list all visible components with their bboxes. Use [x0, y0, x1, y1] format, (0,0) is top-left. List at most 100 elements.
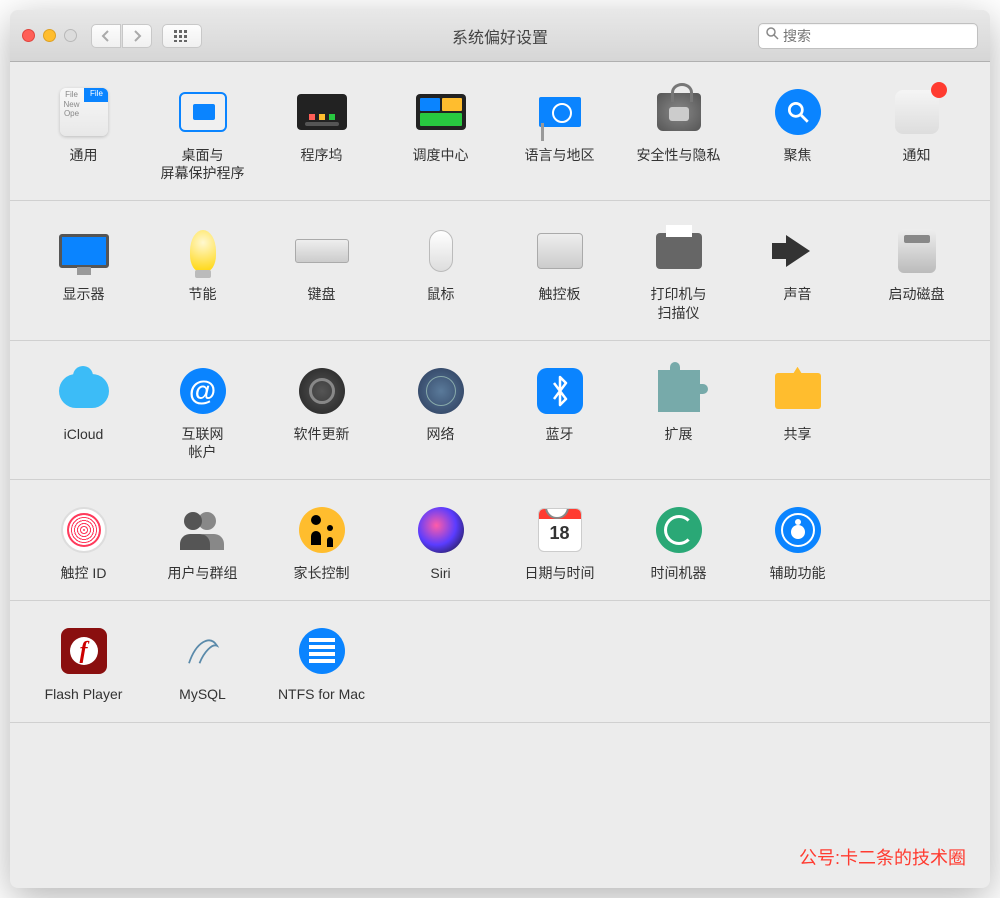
- pref-item-software-update[interactable]: 软件更新: [266, 363, 377, 461]
- pref-item-label: 启动磁盘: [889, 285, 945, 303]
- system-preferences-window: 系统偏好设置 File通用桌面与 屏幕保护程序程序坞调度中心语言与地区安全性与隐…: [10, 10, 990, 888]
- pref-item-label: 显示器: [63, 285, 105, 303]
- accessibility-icon: [770, 502, 826, 558]
- pref-item-label: 调度中心: [413, 146, 469, 164]
- pref-item-startup-disk[interactable]: 启动磁盘: [861, 223, 972, 321]
- pref-item-label: Flash Player: [45, 685, 123, 703]
- pref-item-sharing[interactable]: 共享: [742, 363, 853, 461]
- traffic-lights: [22, 29, 77, 42]
- time-machine-icon: [651, 502, 707, 558]
- desktop-icon: [175, 84, 231, 140]
- pref-item-date-time[interactable]: 日期与时间: [504, 502, 615, 582]
- date-time-icon: [532, 502, 588, 558]
- ntfs-icon: [294, 623, 350, 679]
- pref-item-label: 共享: [784, 425, 812, 443]
- pref-item-label: 日期与时间: [525, 564, 595, 582]
- spotlight-icon: [770, 84, 826, 140]
- sound-icon: [770, 223, 826, 279]
- extensions-icon: [651, 363, 707, 419]
- pref-item-extensions[interactable]: 扩展: [623, 363, 734, 461]
- pref-item-label: 程序坞: [301, 146, 343, 164]
- pref-item-mysql[interactable]: MySQL: [147, 623, 258, 703]
- users-groups-icon: [175, 502, 231, 558]
- network-icon: [413, 363, 469, 419]
- pref-item-trackpad[interactable]: 触控板: [504, 223, 615, 321]
- pref-item-desktop[interactable]: 桌面与 屏幕保护程序: [147, 84, 258, 182]
- pref-item-label: 语言与地区: [525, 146, 595, 164]
- pref-item-dock[interactable]: 程序坞: [266, 84, 377, 182]
- pref-item-label: 软件更新: [294, 425, 350, 443]
- pref-item-label: 蓝牙: [546, 425, 574, 443]
- pref-item-spotlight[interactable]: 聚焦: [742, 84, 853, 182]
- pref-item-mission-control[interactable]: 调度中心: [385, 84, 496, 182]
- search-field[interactable]: [758, 23, 978, 49]
- pref-item-bluetooth[interactable]: 蓝牙: [504, 363, 615, 461]
- pref-item-notifications[interactable]: 通知: [861, 84, 972, 182]
- pref-item-label: 聚焦: [784, 146, 812, 164]
- icloud-icon: [56, 363, 112, 419]
- displays-icon: [56, 223, 112, 279]
- pref-item-keyboard[interactable]: 键盘: [266, 223, 377, 321]
- mouse-icon: [413, 223, 469, 279]
- pref-item-mouse[interactable]: 鼠标: [385, 223, 496, 321]
- pref-item-accessibility[interactable]: 辅助功能: [742, 502, 853, 582]
- pref-item-security[interactable]: 安全性与隐私: [623, 84, 734, 182]
- security-icon: [651, 84, 707, 140]
- flash-player-icon: f: [56, 623, 112, 679]
- forward-button[interactable]: [122, 24, 152, 48]
- search-input[interactable]: [783, 28, 971, 44]
- startup-disk-icon: [889, 223, 945, 279]
- pref-item-label: 辅助功能: [770, 564, 826, 582]
- pref-item-label: 互联网 帐户: [182, 425, 224, 461]
- pref-item-ntfs[interactable]: NTFS for Mac: [266, 623, 377, 703]
- pref-item-label: 用户与群组: [168, 564, 238, 582]
- pref-item-label: Siri: [430, 564, 450, 582]
- energy-icon: [175, 223, 231, 279]
- close-button[interactable]: [22, 29, 35, 42]
- pref-item-label: 触控 ID: [61, 564, 107, 582]
- pref-item-label: iCloud: [64, 425, 104, 443]
- mysql-icon: [175, 623, 231, 679]
- siri-icon: [413, 502, 469, 558]
- software-update-icon: [294, 363, 350, 419]
- pref-item-users-groups[interactable]: 用户与群组: [147, 502, 258, 582]
- pref-item-touch-id[interactable]: 触控 ID: [28, 502, 139, 582]
- notification-badge: [931, 82, 947, 98]
- pref-item-energy[interactable]: 节能: [147, 223, 258, 321]
- notifications-icon: [889, 84, 945, 140]
- pref-item-label: 声音: [784, 285, 812, 303]
- back-button[interactable]: [91, 24, 121, 48]
- zoom-button: [64, 29, 77, 42]
- pref-item-language-region[interactable]: 语言与地区: [504, 84, 615, 182]
- pref-item-label: 通知: [903, 146, 931, 164]
- pref-item-printers[interactable]: 打印机与 扫描仪: [623, 223, 734, 321]
- dock-icon: [294, 84, 350, 140]
- pref-item-icloud[interactable]: iCloud: [28, 363, 139, 461]
- pref-item-parental-controls[interactable]: 家长控制: [266, 502, 377, 582]
- pref-item-label: 键盘: [308, 285, 336, 303]
- pref-section: iCloud @互联网 帐户软件更新 网络蓝牙 扩展 共享: [10, 341, 990, 480]
- minimize-button[interactable]: [43, 29, 56, 42]
- pref-item-network[interactable]: 网络: [385, 363, 496, 461]
- pref-item-time-machine[interactable]: 时间机器: [623, 502, 734, 582]
- pref-section: f Flash Player MySQLNTFS for Mac: [10, 601, 990, 722]
- pref-item-siri[interactable]: Siri: [385, 502, 496, 582]
- sharing-icon: [770, 363, 826, 419]
- language-region-icon: [532, 84, 588, 140]
- trackpad-icon: [532, 223, 588, 279]
- pref-item-label: 安全性与隐私: [637, 146, 721, 164]
- pref-item-label: 触控板: [539, 285, 581, 303]
- pref-item-flash-player[interactable]: f Flash Player: [28, 623, 139, 703]
- pref-item-internet-accounts[interactable]: @互联网 帐户: [147, 363, 258, 461]
- pref-item-general[interactable]: File通用: [28, 84, 139, 182]
- pref-item-sound[interactable]: 声音: [742, 223, 853, 321]
- pref-item-label: 鼠标: [427, 285, 455, 303]
- pref-item-displays[interactable]: 显示器: [28, 223, 139, 321]
- show-all-button[interactable]: [162, 24, 202, 48]
- mission-control-icon: [413, 84, 469, 140]
- pref-item-label: 桌面与 屏幕保护程序: [161, 146, 245, 182]
- pref-item-label: 扩展: [665, 425, 693, 443]
- pref-item-label: 通用: [70, 146, 98, 164]
- touch-id-icon: [56, 502, 112, 558]
- pref-item-label: 打印机与 扫描仪: [651, 285, 707, 321]
